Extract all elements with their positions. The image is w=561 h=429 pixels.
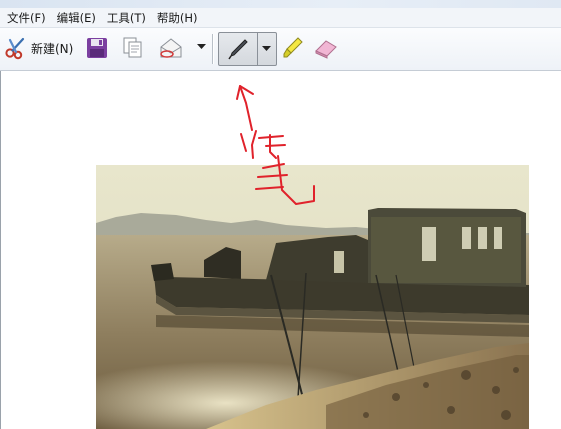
pen-annotation (236, 85, 315, 205)
